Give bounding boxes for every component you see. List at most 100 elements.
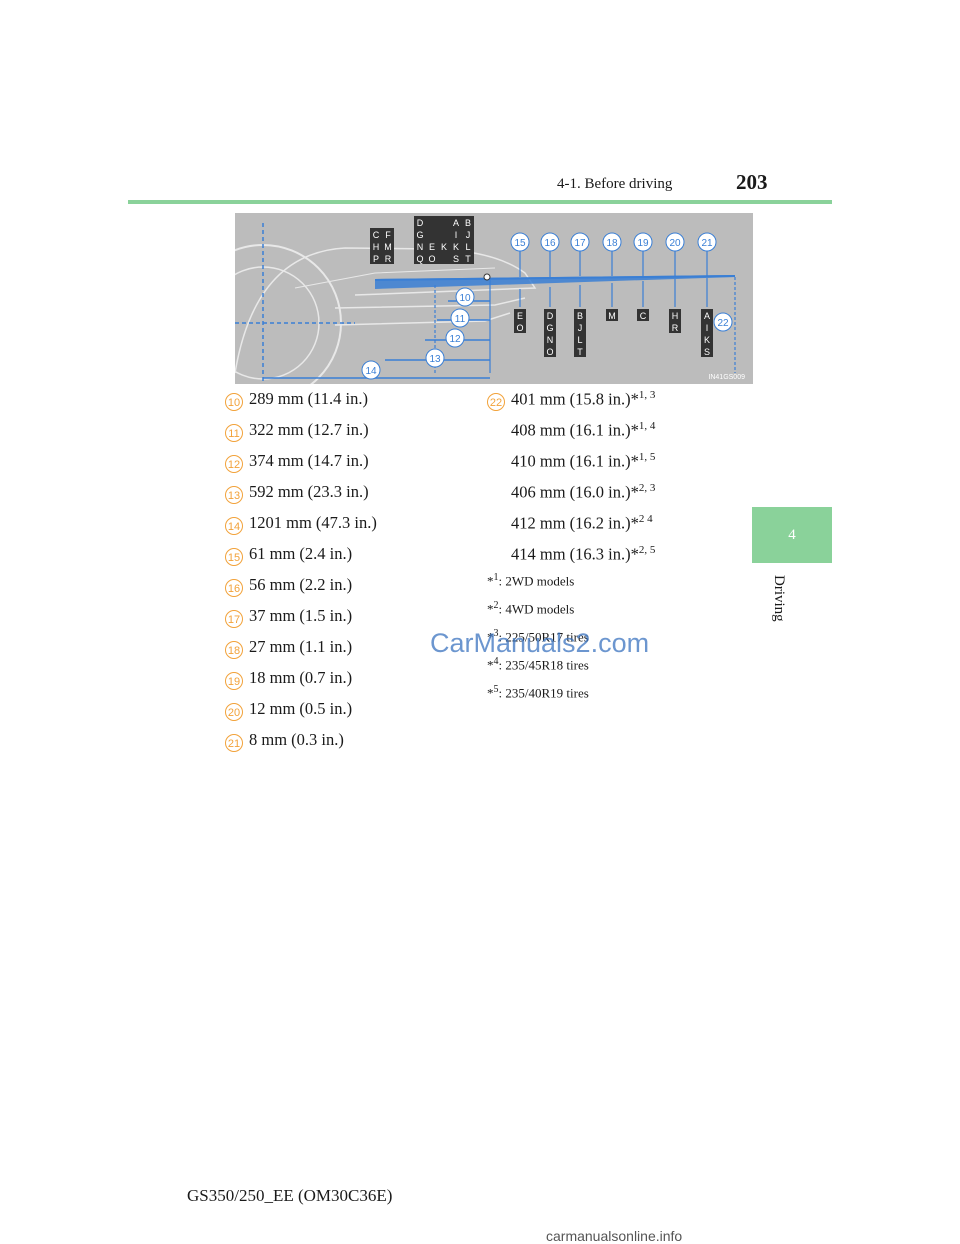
grid-letter: H bbox=[373, 242, 380, 252]
callout-13: 13 bbox=[429, 354, 441, 365]
callout-badge: 13 bbox=[225, 486, 243, 504]
callout-12: 12 bbox=[449, 334, 461, 345]
col-letter: O bbox=[546, 347, 553, 357]
list-item-text: 18 mm (0.7 in.) bbox=[249, 668, 353, 687]
col-letter: K bbox=[704, 335, 710, 345]
callout-15: 15 bbox=[514, 238, 526, 249]
footnote: *1: 2WD models bbox=[487, 572, 575, 589]
list-item-text: 37 mm (1.5 in.) bbox=[249, 606, 353, 625]
chapter-label: Driving bbox=[771, 575, 787, 622]
watermark: CarManuals2.com bbox=[430, 628, 650, 658]
col-letter: G bbox=[546, 323, 553, 333]
col-letter: B bbox=[577, 311, 583, 321]
callout-badge: 16 bbox=[225, 579, 243, 597]
grid-letter: I bbox=[455, 230, 458, 240]
grid-letter: M bbox=[384, 242, 392, 252]
grid-letter: K bbox=[453, 242, 459, 252]
grid-letter: P bbox=[373, 254, 379, 264]
col-letter: I bbox=[706, 323, 709, 333]
footnote: *2: 4WD models bbox=[487, 600, 575, 617]
col-letter: C bbox=[640, 311, 647, 321]
list-item-text: 592 mm (23.3 in.) bbox=[249, 482, 369, 501]
footnote-ref: 2 4 bbox=[638, 513, 653, 525]
grid-letter: E bbox=[429, 242, 435, 252]
footnote-ref: 1, 3 bbox=[638, 389, 656, 401]
callout-badge: 19 bbox=[225, 672, 243, 690]
col-letter: L bbox=[577, 335, 582, 345]
list-item-text: 12 mm (0.5 in.) bbox=[249, 699, 353, 718]
callout-badge: 14 bbox=[225, 517, 243, 535]
chapter-tab: 4 bbox=[752, 507, 832, 563]
callout-badge: 15 bbox=[225, 548, 243, 566]
grid-letter: K bbox=[441, 242, 447, 252]
col-letter: H bbox=[672, 311, 679, 321]
col-letter: O bbox=[516, 323, 523, 333]
right-dimension-list: 22 401 mm (15.8 in.)*1, 3 408 mm (16.1 in… bbox=[487, 389, 747, 579]
grid-letter: N bbox=[417, 242, 424, 252]
col-letter: M bbox=[608, 311, 616, 321]
footnote-ref: 2, 5 bbox=[638, 544, 656, 556]
callout-22: 22 bbox=[717, 318, 729, 329]
list-item-text: 56 mm (2.2 in.) bbox=[249, 575, 353, 594]
callout-badge: 18 bbox=[225, 641, 243, 659]
col-letter: S bbox=[704, 347, 710, 357]
list-item-text: 408 mm (16.1 in.)* bbox=[511, 420, 639, 440]
callout-10: 10 bbox=[459, 293, 471, 304]
list-item-text: 412 mm (16.2 in.)* bbox=[511, 513, 639, 533]
callout-14: 14 bbox=[365, 366, 377, 377]
left-dimension-list: 10 289 mm (11.4 in.) 11 322 mm (12.7 in.) … bbox=[225, 389, 455, 752]
callout-11: 11 bbox=[455, 314, 466, 325]
chapter-number: 4 bbox=[788, 527, 796, 543]
section-title: 4-1. Before driving bbox=[557, 176, 673, 192]
grid-letter: B bbox=[465, 218, 471, 228]
callout-badge: 21 bbox=[225, 734, 243, 752]
list-item-text: 8 mm (0.3 in.) bbox=[249, 730, 344, 749]
callout-20: 20 bbox=[669, 238, 681, 249]
list-item-text: 414 mm (16.3 in.)* bbox=[511, 544, 639, 564]
callout-badge: 20 bbox=[225, 703, 243, 721]
col-letter: A bbox=[704, 311, 710, 321]
grid-letter: O bbox=[428, 254, 435, 264]
list-item-text: 322 mm (12.7 in.) bbox=[249, 420, 369, 439]
col-letter: R bbox=[672, 323, 679, 333]
footnote-ref: 1, 4 bbox=[638, 420, 656, 432]
col-letter: E bbox=[517, 311, 523, 321]
grid-letter: T bbox=[465, 254, 471, 264]
grid-letter: G bbox=[416, 230, 423, 240]
list-item-text: 406 mm (16.0 in.)* bbox=[511, 482, 639, 502]
callout-badge: 10 bbox=[225, 393, 243, 411]
footnote: *5: 235/40R19 tires bbox=[487, 684, 589, 701]
callout-19: 19 bbox=[637, 238, 649, 249]
document-footer: GS350/250_EE (OM30C36E) bbox=[187, 1186, 393, 1205]
callout-16: 16 bbox=[544, 238, 556, 249]
callout-18: 18 bbox=[606, 238, 618, 249]
callout-badge: 12 bbox=[225, 455, 243, 473]
grid-letter: R bbox=[385, 254, 392, 264]
header-rule bbox=[128, 200, 832, 204]
col-letter: J bbox=[578, 323, 583, 333]
list-item-text: 1201 mm (47.3 in.) bbox=[249, 513, 377, 532]
grid-letter: A bbox=[453, 218, 459, 228]
list-item-text: 410 mm (16.1 in.)* bbox=[511, 451, 639, 471]
list-item-text: 374 mm (14.7 in.) bbox=[249, 451, 369, 470]
list-item-text: 61 mm (2.4 in.) bbox=[249, 544, 353, 563]
col-letter: N bbox=[547, 335, 554, 345]
list-item-text: 401 mm (15.8 in.)* bbox=[511, 389, 639, 409]
col-letter: T bbox=[577, 347, 583, 357]
grid-letter: S bbox=[453, 254, 459, 264]
footnote-ref: 2, 3 bbox=[638, 482, 656, 494]
grid-letter: Q bbox=[416, 254, 423, 264]
grid-letter: F bbox=[385, 230, 391, 240]
dimension-diagram: 15 16 17 18 19 20 21 10 11 12 13 14 22 C… bbox=[235, 213, 753, 384]
callout-17: 17 bbox=[574, 238, 586, 249]
grid-letter: J bbox=[466, 230, 471, 240]
list-item-text: 289 mm (11.4 in.) bbox=[249, 389, 369, 408]
grid-letter: D bbox=[417, 218, 424, 228]
footnote-ref: 1, 5 bbox=[638, 451, 656, 463]
callout-badge: 22 bbox=[487, 393, 505, 411]
col-letter: D bbox=[547, 311, 554, 321]
page-number: 203 bbox=[736, 170, 768, 194]
callout-badge: 11 bbox=[225, 424, 243, 442]
list-item-text: 27 mm (1.1 in.) bbox=[249, 637, 353, 656]
callout-21: 21 bbox=[701, 238, 713, 249]
